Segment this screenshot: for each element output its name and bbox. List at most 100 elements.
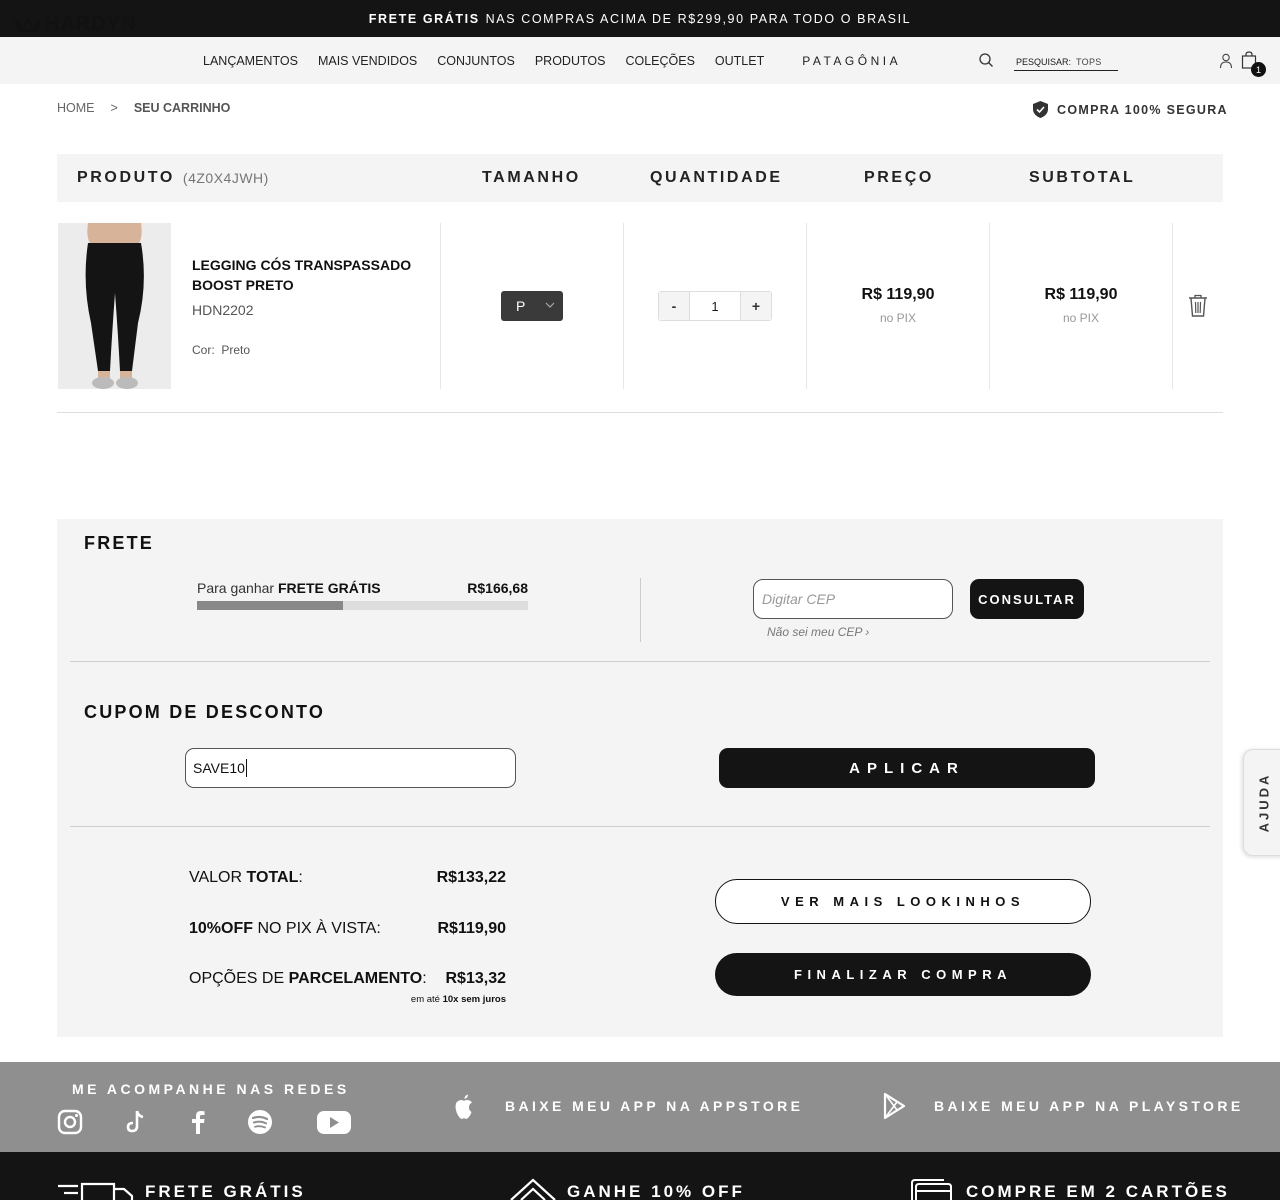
installments-note: em até 10x sem juros bbox=[300, 994, 506, 1005]
user-icon[interactable] bbox=[1219, 53, 1233, 69]
playstore-link[interactable]: BAIXE MEU APP NA PLAYSTORE bbox=[934, 1098, 1244, 1114]
col-produto-label: PRODUTO bbox=[77, 169, 175, 186]
col-subtotal: SUBTOTAL bbox=[1029, 169, 1136, 186]
total-value: R$133,22 bbox=[436, 869, 506, 886]
consultar-button[interactable]: CONSULTAR bbox=[970, 579, 1084, 619]
search-placeholder: TOPS bbox=[1076, 56, 1102, 67]
nav-patagonia[interactable]: PATAGÔNIA bbox=[802, 54, 901, 68]
shield-check-icon bbox=[1033, 101, 1048, 118]
installments-row: OPÇÕES DE PARCELAMENTO: R$13,32 bbox=[189, 970, 506, 988]
truck-icon bbox=[58, 1182, 134, 1200]
total-prefix: VALOR bbox=[189, 869, 243, 886]
quantity-stepper: - 1 + bbox=[658, 291, 772, 321]
nav-lancamentos[interactable]: LANÇAMENTOS bbox=[203, 54, 298, 68]
apply-coupon-button[interactable]: APLICAR bbox=[719, 748, 1095, 788]
nav-mais-vendidos[interactable]: MAIS VENDIDOS bbox=[318, 54, 417, 68]
installments-label: OPÇÕES DE PARCELAMENTO: bbox=[189, 970, 427, 988]
appstore-link[interactable]: BAIXE MEU APP NA APPSTORE bbox=[505, 1098, 803, 1114]
item-subtotal: R$ 119,90 bbox=[1044, 286, 1118, 303]
promo-bold: FRETE GRÁTIS bbox=[368, 11, 480, 26]
breadcrumb: HOME > SEU CARRINHO bbox=[57, 101, 230, 115]
col-divider bbox=[1172, 223, 1173, 389]
col-divider bbox=[989, 223, 990, 389]
spotify-icon[interactable] bbox=[246, 1108, 274, 1136]
product-image[interactable] bbox=[58, 223, 171, 389]
nav-colecoes[interactable]: COLEÇÕES bbox=[625, 54, 694, 68]
free-shipping-progress-label: Para ganhar FRETE GRÁTIS R$166,68 bbox=[197, 580, 528, 596]
size-value: P bbox=[516, 298, 526, 314]
promo-bar: FRETE GRÁTIS NAS COMPRAS ACIMA DE R$299,… bbox=[0, 0, 1280, 37]
pix-row: 10%OFF NO PIX À VISTA: R$119,90 bbox=[189, 920, 506, 938]
free-shipping-text: Para ganhar FRETE GRÁTIS bbox=[197, 580, 381, 596]
cart-code: (4Z0X4JWH) bbox=[182, 170, 269, 186]
breadcrumb-separator: > bbox=[110, 101, 118, 115]
col-preco: PREÇO bbox=[864, 169, 934, 186]
legging-image bbox=[58, 223, 171, 389]
section-divider bbox=[70, 826, 1210, 827]
help-label: AJUDA bbox=[1256, 772, 1272, 833]
cart-table-header: PRODUTO (4Z0X4JWH) TAMANHO QUANTIDADE PR… bbox=[57, 154, 1223, 202]
search-input[interactable]: PESQUISAR: TOPS bbox=[1014, 53, 1118, 71]
help-tab[interactable]: AJUDA bbox=[1243, 749, 1280, 856]
parc-prefix: OPÇÕES DE bbox=[189, 970, 285, 987]
qty-increase-button[interactable]: + bbox=[741, 292, 771, 320]
total-row: VALOR TOTAL: R$133,22 bbox=[189, 869, 506, 887]
more-looks-button[interactable]: VER MAIS LOOKINHOS bbox=[715, 879, 1091, 924]
benefit-two-cards: COMPRE EM 2 CARTÕES bbox=[966, 1182, 1230, 1200]
breadcrumb-home[interactable]: HOME bbox=[57, 101, 95, 115]
youtube-icon[interactable] bbox=[316, 1108, 352, 1136]
progress-fill bbox=[197, 601, 343, 610]
item-subtotal-note: no PIX bbox=[1062, 311, 1100, 325]
social-title: ME ACOMPANHE NAS REDES bbox=[72, 1081, 350, 1097]
cep-input[interactable]: Digitar CEP bbox=[753, 579, 953, 619]
total-label: VALOR TOTAL: bbox=[189, 869, 303, 887]
nav-outlet[interactable]: OUTLET bbox=[715, 54, 764, 68]
col-divider bbox=[440, 223, 441, 389]
search-icon[interactable] bbox=[978, 52, 994, 68]
chevron-down-icon bbox=[545, 302, 555, 308]
col-tamanho: TAMANHO bbox=[482, 169, 581, 186]
progress-prefix: Para ganhar bbox=[197, 580, 275, 596]
color-label: Cor: bbox=[192, 343, 215, 357]
frete-title: FRETE bbox=[84, 533, 155, 553]
progress-bold: FRETE GRÁTIS bbox=[277, 580, 381, 596]
facebook-icon[interactable] bbox=[184, 1108, 212, 1136]
pix-value: R$119,90 bbox=[437, 920, 506, 937]
size-select[interactable]: P bbox=[501, 291, 563, 321]
pix-bold: 10%OFF bbox=[189, 920, 254, 937]
cep-help-link[interactable]: Não sei meu CEP › bbox=[767, 625, 869, 639]
total-bold: TOTAL bbox=[246, 869, 299, 886]
item-price: R$ 119,90 bbox=[861, 286, 935, 303]
trash-icon[interactable] bbox=[1188, 294, 1208, 318]
apple-icon[interactable] bbox=[449, 1092, 479, 1122]
col-divider bbox=[623, 223, 624, 389]
frete-divider bbox=[640, 578, 641, 642]
parc-suffix: : bbox=[422, 970, 427, 987]
nav-produtos[interactable]: PRODUTOS bbox=[535, 54, 606, 68]
parc-bold: PARCELAMENTO bbox=[288, 970, 423, 987]
product-sku: HDN2202 bbox=[192, 302, 254, 318]
qty-decrease-button[interactable]: - bbox=[659, 292, 689, 320]
crown-icon bbox=[15, 17, 41, 32]
checkout-button[interactable]: FINALIZAR COMPRA bbox=[715, 953, 1091, 996]
product-name[interactable]: LEGGING CÓS TRANSPASSADO BOOST PRETO bbox=[192, 255, 422, 295]
section-divider bbox=[70, 661, 1210, 662]
credit-cards-icon bbox=[911, 1179, 952, 1200]
benefit-discount: GANHE 10% OFF bbox=[567, 1182, 745, 1200]
logo[interactable]: HARDYN bbox=[15, 13, 137, 35]
discount-tag-icon bbox=[510, 1178, 556, 1200]
tiktok-icon[interactable] bbox=[122, 1108, 150, 1136]
main-nav: LANÇAMENTOS MAIS VENDIDOS CONJUNTOS PROD… bbox=[203, 37, 901, 84]
playstore-icon[interactable] bbox=[882, 1092, 908, 1120]
color-value: Preto bbox=[221, 343, 251, 357]
product-color: Cor: Preto bbox=[192, 343, 250, 357]
qty-value[interactable]: 1 bbox=[689, 292, 741, 320]
pix-rest: NO PIX À VISTA: bbox=[257, 920, 381, 937]
col-divider bbox=[806, 223, 807, 389]
instagram-icon[interactable] bbox=[56, 1108, 84, 1136]
row-divider bbox=[57, 412, 1223, 413]
item-price-note: no PIX bbox=[879, 311, 917, 325]
coupon-input[interactable]: SAVE10 bbox=[185, 748, 516, 788]
nav-conjuntos[interactable]: CONJUNTOS bbox=[437, 54, 515, 68]
promo-text: NAS COMPRAS ACIMA DE R$299,90 PARA TODO … bbox=[485, 11, 912, 26]
